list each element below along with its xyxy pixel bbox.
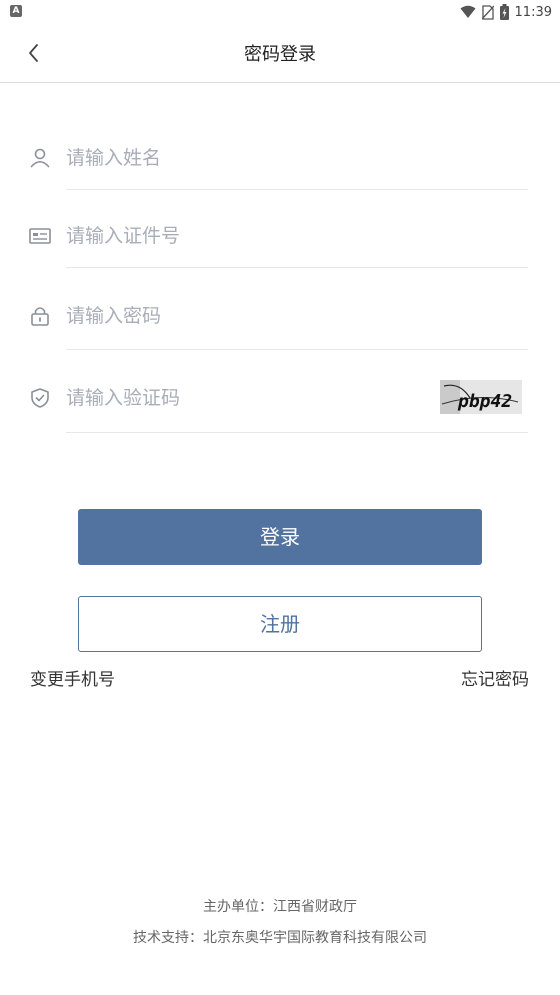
divider [66, 432, 528, 433]
captcha-input[interactable] [66, 378, 416, 418]
forgot-password-link[interactable]: 忘记密码 [461, 665, 529, 690]
divider [66, 189, 528, 190]
no-sim-icon [481, 4, 494, 20]
footer-support: 技术支持：北京东奥华宇国际教育科技有限公司 [133, 930, 427, 946]
status-bar: A 11:39 [0, 0, 560, 24]
status-time: 11:39 [514, 4, 552, 20]
password-input[interactable] [66, 296, 486, 336]
login-button[interactable]: 登录 [78, 509, 482, 565]
battery-charging-icon [499, 4, 509, 20]
wifi-icon [460, 5, 476, 18]
captcha-graphic: pbp42 [440, 380, 522, 414]
divider [66, 267, 528, 268]
id-card-icon [29, 228, 51, 244]
register-button[interactable]: 注册 [78, 596, 482, 652]
captcha-image[interactable]: pbp42 [440, 380, 522, 414]
user-icon [30, 148, 50, 168]
captcha-text: pbp42 [457, 391, 512, 412]
divider [66, 349, 528, 350]
top-navbar: 密码登录 [0, 24, 560, 83]
shield-check-icon [31, 388, 49, 408]
name-field-row [28, 138, 528, 178]
id-number-input[interactable] [66, 216, 486, 256]
password-field-row [28, 296, 528, 336]
change-phone-link[interactable]: 变更手机号 [30, 665, 115, 690]
lock-icon [31, 307, 49, 326]
footer-sponsor: 主办单位：江西省财政厅 [203, 899, 357, 915]
status-icons: 11:39 [460, 3, 552, 21]
page-title: 密码登录 [244, 44, 316, 65]
notification-icon: A [10, 5, 22, 17]
id-number-field-row [28, 216, 528, 256]
name-input[interactable] [66, 138, 486, 178]
